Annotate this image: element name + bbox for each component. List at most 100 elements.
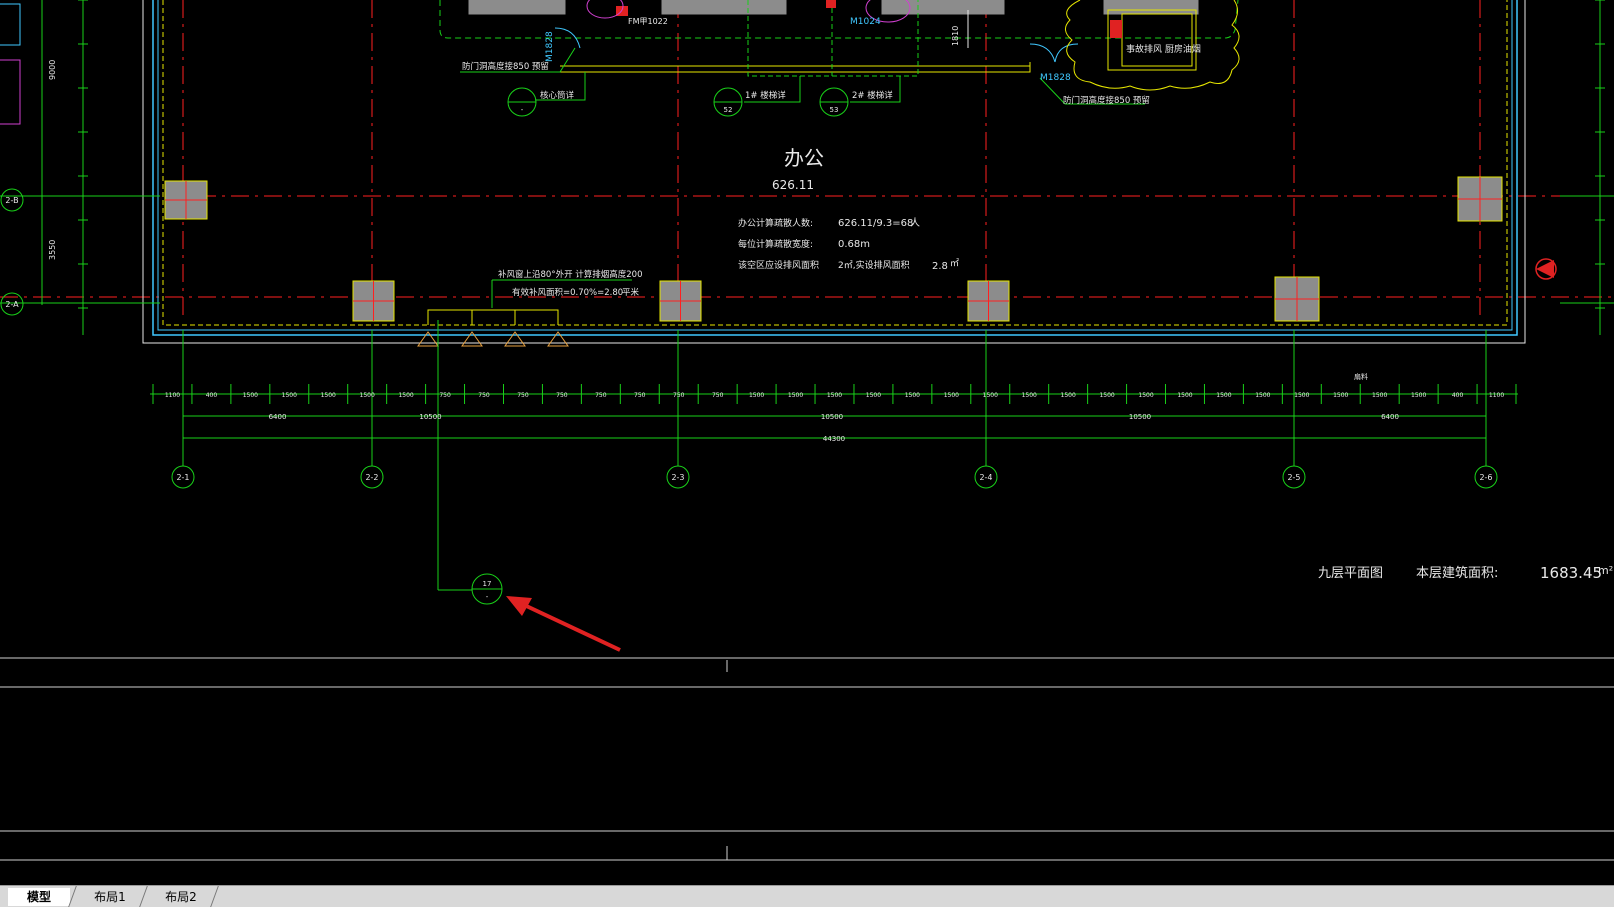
tab-layout2[interactable]: 布局2 bbox=[148, 888, 214, 906]
dim-text: 10500 bbox=[419, 413, 441, 421]
tab-layout1[interactable]: 布局1 bbox=[78, 888, 142, 906]
vent-note-2: 有效补风面积=0.70%=2.80 bbox=[512, 287, 623, 298]
dim-text: 1100 bbox=[165, 392, 180, 399]
grid-axis-left-label: 2-B bbox=[5, 196, 18, 205]
dim-text: 750 bbox=[556, 392, 568, 399]
dim-text: 1500 bbox=[1177, 392, 1192, 399]
stair1-label: 1# 楼梯详 bbox=[745, 90, 786, 101]
callout-bottom: - bbox=[486, 593, 489, 601]
calc-people-unit: 人 bbox=[910, 217, 920, 229]
grid-axis-label: 2-6 bbox=[1479, 473, 1492, 482]
left-dim: 9000 bbox=[48, 60, 57, 80]
dim-text: 1500 bbox=[1138, 392, 1153, 399]
door-tag: M1024 bbox=[850, 17, 881, 27]
grid-bubbles-bottom: 2-1 2-2 2-3 2-4 2-5 2-6 bbox=[171, 465, 1498, 489]
vent-openings bbox=[427, 309, 559, 325]
floor-area-unit: m² bbox=[1598, 564, 1613, 577]
dim-text: 1500 bbox=[243, 392, 258, 399]
dim-text: 1500 bbox=[1061, 392, 1076, 399]
dim-text: 750 bbox=[595, 392, 607, 399]
vent-note-1: 补风窗上沿80°外开 计算排烟高度200 bbox=[498, 269, 643, 280]
dim-text: 1500 bbox=[360, 392, 375, 399]
dim-text: 1500 bbox=[1022, 392, 1037, 399]
dim-text: 1500 bbox=[788, 392, 803, 399]
floor-area-value: 1683.45 bbox=[1540, 564, 1602, 582]
dim-text: 1500 bbox=[905, 392, 920, 399]
grid-bubbles-left bbox=[0, 188, 24, 316]
core-detail-label: 核心筒详 bbox=[540, 90, 575, 101]
smoke-unit: ㎡ bbox=[950, 258, 959, 269]
dimension-text: 1100 400 1500 1500 1500 1500 1500 750 750 750 750 7… bbox=[165, 392, 1505, 443]
exit-width-value: 0.68m bbox=[838, 239, 870, 250]
floor-area-label: 本层建筑面积: bbox=[1416, 565, 1498, 581]
dim-text: 1500 bbox=[1294, 392, 1309, 399]
grid-axis-label: 2-2 bbox=[365, 473, 378, 482]
section-marker-icon bbox=[1535, 258, 1557, 280]
dim-text: 1500 bbox=[983, 392, 998, 399]
structural-columns bbox=[164, 176, 1503, 322]
dim-text: 1500 bbox=[1255, 392, 1270, 399]
dim-text: 1500 bbox=[1216, 392, 1231, 399]
dim-text: 750 bbox=[634, 392, 646, 399]
dim-text: 750 bbox=[517, 392, 529, 399]
smoke-label: 该空区应设排风面积 bbox=[738, 259, 819, 271]
dim-text: 400 bbox=[206, 392, 218, 399]
vent-window-symbols bbox=[417, 331, 569, 347]
note-leaders bbox=[437, 47, 1145, 591]
room-label: 办公 bbox=[784, 146, 824, 170]
dim-1810: 1810 bbox=[951, 26, 960, 46]
door-note-right: 防门洞高度接850 预留 bbox=[1063, 95, 1150, 106]
room-area: 626.11 bbox=[772, 178, 814, 192]
door-tag: FM甲1022 bbox=[628, 17, 668, 26]
left-dim: 3550 bbox=[48, 240, 57, 260]
dim-text: 1500 bbox=[1099, 392, 1114, 399]
material-note: 扇料 bbox=[1354, 372, 1368, 381]
dim-text: 750 bbox=[439, 392, 451, 399]
dim-text: 750 bbox=[673, 392, 685, 399]
dim-text: 1500 bbox=[1411, 392, 1426, 399]
vent-note-2-unit: 平米 bbox=[622, 287, 640, 298]
dim-text: 1500 bbox=[749, 392, 764, 399]
dim-text: 10500 bbox=[1129, 413, 1151, 421]
door-note-left: 防门洞高度接850 预留 bbox=[462, 61, 549, 72]
floor-title: 九层平面图 bbox=[1318, 566, 1383, 581]
title-block-lines bbox=[0, 657, 1614, 861]
dim-text: 1500 bbox=[827, 392, 842, 399]
calc-people-value: 626.11/9.3=68 bbox=[838, 218, 913, 229]
grid-axis-label: 2-4 bbox=[979, 473, 992, 482]
dim-text: 1500 bbox=[282, 392, 297, 399]
equip-note: 事故排风 厨房油烟 bbox=[1126, 43, 1201, 55]
dim-text: 750 bbox=[478, 392, 490, 399]
stair2-ref: 53 bbox=[830, 106, 839, 114]
exit-width-label: 每位计算疏散宽度: bbox=[738, 238, 813, 250]
smoke-value: 2㎡,实设排风面积 bbox=[838, 259, 910, 271]
dim-text: 1500 bbox=[1333, 392, 1348, 399]
dim-total: 44300 bbox=[823, 435, 845, 443]
door-tag: M1828 bbox=[545, 31, 555, 62]
callout-top: 17 bbox=[483, 580, 492, 588]
dim-text: 1500 bbox=[398, 392, 413, 399]
dim-text: 1100 bbox=[1489, 392, 1504, 399]
core-detail-ref: - bbox=[521, 106, 524, 114]
stair1-ref: 52 bbox=[724, 106, 733, 114]
stair2-label: 2# 楼梯详 bbox=[852, 90, 893, 101]
dim-text: 1500 bbox=[866, 392, 881, 399]
dim-text: 6400 bbox=[1381, 413, 1399, 421]
upper-rooms bbox=[0, 0, 1240, 125]
door-tag: M1828 bbox=[1040, 73, 1071, 83]
grid-axis-label: 2-3 bbox=[671, 473, 684, 482]
dim-text: 6400 bbox=[269, 413, 287, 421]
dim-text: 1500 bbox=[944, 392, 959, 399]
cad-model-space[interactable]: 2-1 2-2 2-3 2-4 2-5 2-6 办公 626.11 办公计算疏散… bbox=[0, 0, 1614, 885]
dim-text: 1500 bbox=[321, 392, 336, 399]
dim-text: 400 bbox=[1452, 392, 1464, 399]
tab-model[interactable]: 模型 bbox=[8, 888, 70, 906]
smoke-actual: 2.8 bbox=[932, 261, 948, 272]
grid-axis-label: 2-1 bbox=[176, 473, 189, 482]
calc-people-label: 办公计算疏散人数: bbox=[738, 217, 813, 229]
dim-text: 750 bbox=[712, 392, 724, 399]
grid-axis-left-label: 2-A bbox=[5, 300, 19, 309]
layout-tab-bar: 模型 布局1 布局2 bbox=[0, 885, 1614, 907]
dim-text: 1500 bbox=[1372, 392, 1387, 399]
annotation-arrow-icon bbox=[506, 596, 621, 652]
